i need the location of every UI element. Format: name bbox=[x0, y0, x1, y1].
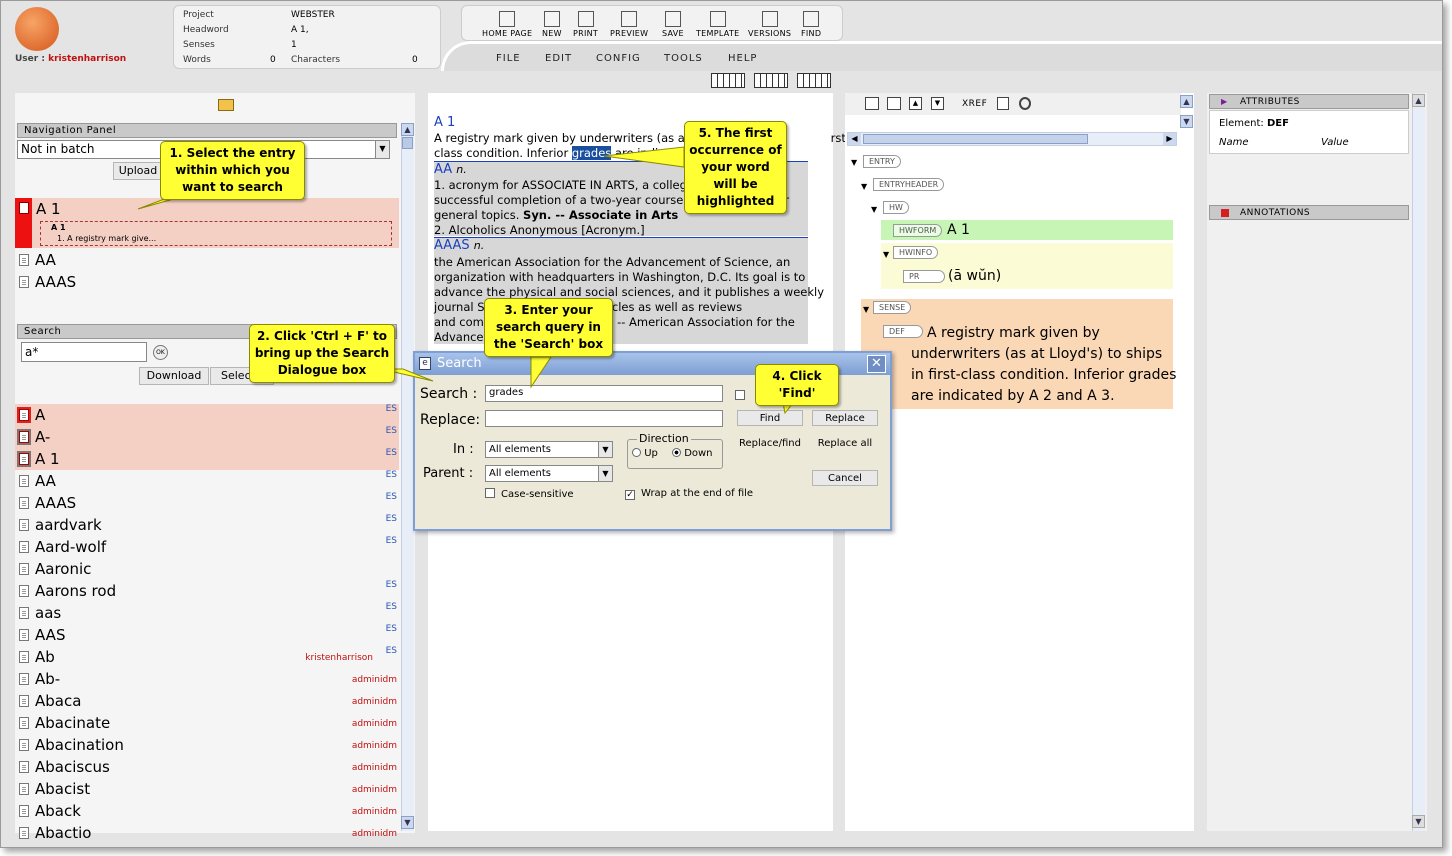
callout-5: 5. The first occurrence of your word wil… bbox=[684, 121, 787, 214]
callout3-pointer bbox=[530, 356, 552, 389]
callout-3: 3. Enter your search query in the 'Searc… bbox=[484, 298, 613, 357]
callout-4: 4. Click 'Find' bbox=[755, 364, 839, 406]
callout5-pointer bbox=[603, 146, 685, 168]
callout-1: 1. Select the entry within which you wan… bbox=[160, 141, 305, 200]
callout-2: 2. Click 'Ctrl + F' to bring up the Sear… bbox=[249, 324, 395, 383]
app-window: User : kristenharrison Project WEBSTER H… bbox=[0, 0, 1443, 848]
